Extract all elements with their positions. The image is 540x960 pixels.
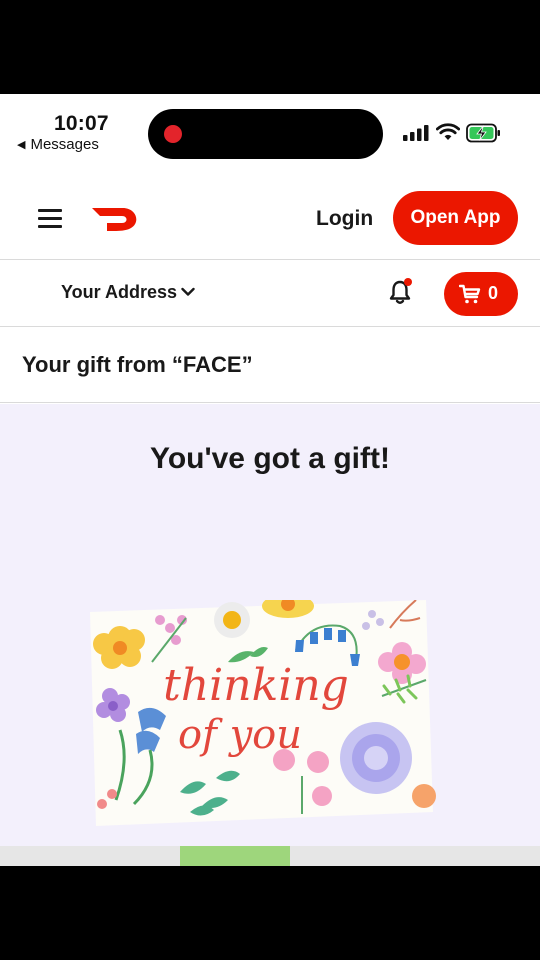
cart-icon: [459, 284, 481, 304]
top-letterbox: [0, 0, 540, 94]
cart-button[interactable]: 0: [444, 272, 518, 316]
wifi-icon: [436, 123, 460, 140]
gift-headline: You've got a gift!: [150, 442, 390, 475]
menu-icon[interactable]: [38, 209, 62, 229]
recording-indicator-icon: [164, 125, 182, 143]
battery-charging-icon: [466, 123, 500, 143]
phone-screen: 10:07 ◀ Messages Login Open App Your Add…: [0, 94, 540, 866]
cart-count: 0: [488, 283, 499, 303]
address-label: Your Address: [61, 282, 178, 302]
lavender-flower-icon: [340, 722, 412, 794]
back-app-label: Messages: [30, 136, 99, 153]
gift-title-bar: Your gift from “FACE”: [0, 328, 540, 403]
dynamic-island: [148, 109, 383, 159]
daisy-icon: [214, 602, 250, 638]
address-selector[interactable]: Your Address: [61, 282, 195, 303]
card-text-of-you: of you: [178, 712, 302, 758]
status-time: 10:07: [54, 112, 109, 135]
back-triangle-icon: ◀: [17, 139, 26, 151]
signal-icon: [403, 125, 429, 141]
open-app-button[interactable]: Open App: [393, 191, 518, 245]
address-bar: Your Address 0: [0, 261, 540, 327]
site-header: Login Open App: [0, 180, 540, 260]
chevron-down-icon: [181, 287, 195, 296]
gift-card-image[interactable]: thinking of you: [90, 600, 436, 828]
doordash-logo[interactable]: [92, 204, 140, 232]
map-park-area: [180, 846, 290, 866]
map-preview: [0, 846, 540, 866]
gift-content: You've got a gift! thinking of you: [0, 404, 540, 866]
card-text-thinking: thinking: [163, 660, 349, 711]
page-title: Your gift from “FACE”: [22, 352, 253, 377]
notification-dot: [404, 278, 412, 286]
login-link[interactable]: Login: [316, 207, 373, 231]
back-to-app-link[interactable]: ◀ Messages: [17, 136, 99, 153]
bottom-letterbox: [0, 866, 540, 960]
status-bar: 10:07 ◀ Messages: [0, 94, 540, 180]
